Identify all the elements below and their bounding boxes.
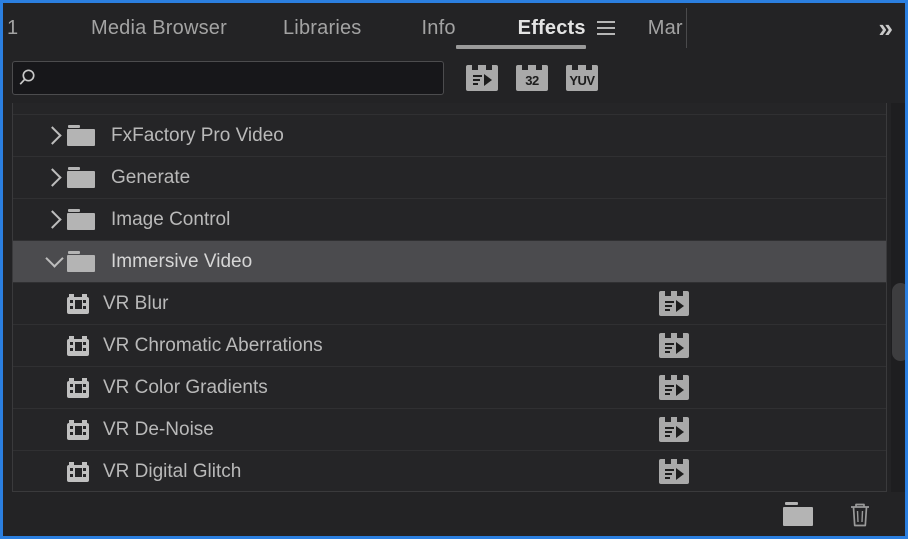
tab-sequence-1[interactable]: 1 [3, 3, 21, 53]
chevron-down-icon[interactable] [41, 249, 67, 268]
tab-media-browser[interactable]: Media Browser [21, 3, 227, 53]
tab-label: 1 [7, 16, 19, 39]
tab-label: Media Browser [91, 16, 227, 39]
tree-row-label: Generate [111, 166, 191, 188]
chevron-right-icon[interactable] [41, 210, 67, 229]
tab-overflow-button[interactable]: » [869, 3, 905, 53]
tree-row-label: VR De-Noise [103, 418, 214, 440]
tree-row-fxfactory-pro-video[interactable]: FxFactory Pro Video [13, 115, 886, 157]
tab-libraries[interactable]: Libraries [227, 3, 362, 53]
folder-icon [67, 167, 95, 188]
tree-row-vr-chromatic-aberrations[interactable]: VR Chromatic Aberrations [13, 325, 886, 367]
effects-tree[interactable]: FxFactory Pro Video Generate Image Contr… [12, 103, 887, 492]
yuv-icon[interactable]: YUV [566, 65, 598, 91]
tree-row-vr-blur[interactable]: VR Blur [13, 283, 886, 325]
video-effect-icon [67, 335, 89, 356]
tree-row-image-control[interactable]: Image Control [13, 199, 886, 241]
new-folder-icon[interactable] [783, 502, 813, 526]
effects-tree-container: FxFactory Pro Video Generate Image Contr… [3, 103, 905, 492]
video-effect-icon [67, 293, 89, 314]
search-row: 32 YUV [3, 53, 905, 103]
tab-label: Libraries [282, 16, 362, 39]
search-input[interactable] [41, 63, 443, 93]
tab-info[interactable]: Info [361, 3, 455, 53]
filter-badge-label: 32 [525, 72, 539, 88]
accelerated-effect-icon [659, 375, 689, 400]
tree-row-label: VR Color Gradients [103, 376, 268, 398]
tab-label: Effects [517, 16, 586, 39]
search-box[interactable] [12, 61, 444, 95]
effects-panel: 1 Media Browser Libraries Info Effects M… [0, 0, 908, 539]
vertical-scrollbar[interactable] [887, 103, 905, 492]
tab-markers[interactable]: Mar [616, 3, 686, 53]
search-icon [13, 61, 41, 95]
tree-row-immersive-video[interactable]: Immersive Video [13, 241, 886, 283]
tree-row-vr-digital-glitch[interactable]: VR Digital Glitch [13, 451, 886, 491]
video-effect-icon [67, 419, 89, 440]
tree-row-label: FxFactory Pro Video [111, 124, 284, 146]
hamburger-menu-icon[interactable] [596, 3, 616, 53]
video-effect-icon [67, 377, 89, 398]
video-effect-icon [67, 461, 89, 482]
tree-row-label: VR Chromatic Aberrations [103, 334, 323, 356]
panel-tab-bar: 1 Media Browser Libraries Info Effects M… [3, 3, 905, 53]
tab-label: Info [421, 16, 456, 39]
filter-badge-label: YUV [569, 72, 595, 88]
accelerated-effect-icon [659, 291, 689, 316]
trash-icon[interactable] [847, 500, 873, 528]
accelerated-effect-icon [659, 459, 689, 484]
accelerated-effect-icon[interactable] [466, 65, 498, 91]
filter-badge-group: 32 YUV [466, 65, 598, 91]
accelerated-effect-icon [659, 333, 689, 358]
tab-effects[interactable]: Effects [455, 3, 586, 53]
folder-icon [67, 125, 95, 146]
folder-icon [67, 251, 95, 272]
tree-row-vr-color-gradients[interactable]: VR Color Gradients [13, 367, 886, 409]
tree-row-label: VR Blur [103, 292, 169, 314]
tree-row-label: Immersive Video [111, 250, 253, 272]
accelerated-effect-icon [659, 417, 689, 442]
32-bit-icon[interactable]: 32 [516, 65, 548, 91]
folder-icon [67, 209, 95, 230]
chevron-right-icon[interactable] [41, 126, 67, 145]
effects-panel-bottom-bar [3, 492, 905, 536]
tree-row-label: VR Digital Glitch [103, 460, 242, 482]
effects-tree-rows: FxFactory Pro Video Generate Image Contr… [13, 103, 886, 491]
tab-bar-divider [685, 8, 687, 48]
tree-row-label: Image Control [111, 208, 231, 230]
tab-label: Mar [647, 16, 683, 39]
table-row-partial[interactable] [13, 103, 886, 115]
tree-row-generate[interactable]: Generate [13, 157, 886, 199]
chevron-right-icon[interactable] [41, 168, 67, 187]
tree-row-vr-de-noise[interactable]: VR De-Noise [13, 409, 886, 451]
scrollbar-thumb[interactable] [892, 283, 905, 361]
